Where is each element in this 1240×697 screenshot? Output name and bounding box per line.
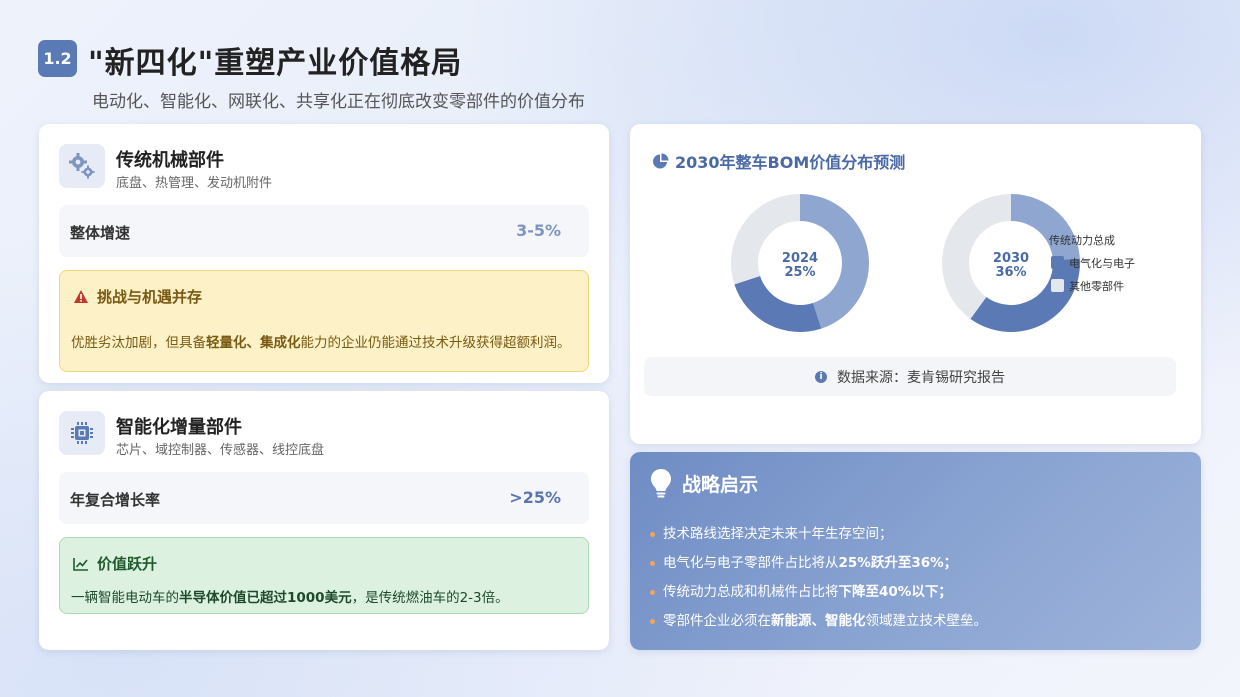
legend-label: 其他零部件 bbox=[1069, 279, 1124, 293]
section-badge: 1.2 bbox=[38, 40, 77, 77]
note-title: 挑战与机遇并存 bbox=[97, 288, 203, 306]
page-subtitle: 电动化、智能化、网联化、共享化正在彻底改变零部件的价值分布 bbox=[92, 92, 585, 112]
chip-icon bbox=[59, 411, 105, 455]
list-item: 技术路线选择决定未来十年生存空间； bbox=[650, 524, 987, 553]
metric-label: 年复合增长率 bbox=[70, 491, 161, 509]
donut-center-year: 2024 bbox=[782, 251, 818, 266]
donut-center-value: 36% bbox=[995, 265, 1026, 280]
traditional-parts-card: 传统机械部件 底盘、热管理、发动机附件 整体增速 3-5% 挑战与机遇并存 优胜… bbox=[39, 124, 609, 383]
bom-donut-chart: 202425% 203036% 传统动力总成电气化与电子其他零部件 bbox=[731, 194, 1135, 332]
note-text: 优胜劣汰加剧，但具备轻量化、集成化能力的企业仍能通过技术升级获得超额利润。 bbox=[71, 335, 571, 351]
smart-parts-card: 智能化增量部件 芯片、域控制器、传感器、线控底盘 年复合增长率 >25% 价值跃… bbox=[39, 391, 609, 650]
lightbulb-icon bbox=[651, 469, 671, 498]
info-icon: i bbox=[815, 370, 827, 383]
donut-slice-2024-1 bbox=[734, 275, 822, 332]
pie-chart-icon bbox=[653, 153, 669, 168]
metric-label: 整体增速 bbox=[70, 224, 131, 242]
metric-value: >25% bbox=[509, 488, 561, 507]
list-item: 电气化与电子零部件占比将从25%跃升至36%； bbox=[650, 553, 987, 582]
warning-icon bbox=[74, 290, 88, 303]
chart-line-icon bbox=[73, 557, 88, 571]
note-title: 价值跃升 bbox=[97, 555, 158, 573]
list-item: 零部件企业必须在新能源、智能化领域建立技术壁垒。 bbox=[650, 611, 987, 640]
growth-metric: 整体增速 3-5% bbox=[59, 205, 589, 257]
challenge-note: 挑战与机遇并存 优胜劣汰加剧，但具备轻量化、集成化能力的企业仍能通过技术升级获得… bbox=[59, 270, 589, 372]
note-text: 一辆智能电动车的半导体价值已超过1000美元，是传统燃油车的2-3倍。 bbox=[71, 590, 509, 606]
value-leap-note: 价值跃升 一辆智能电动车的半导体价值已超过1000美元，是传统燃油车的2-3倍。 bbox=[59, 537, 589, 614]
strategy-card: 战略启示 技术路线选择决定未来十年生存空间； 电气化与电子零部件占比将从25%跃… bbox=[630, 452, 1201, 650]
card-subtitle: 底盘、热管理、发动机附件 bbox=[116, 176, 273, 191]
cagr-metric: 年复合增长率 >25% bbox=[59, 472, 589, 524]
metric-value: 3-5% bbox=[516, 221, 561, 240]
source-label: 数据来源：麦肯锡研究报告 bbox=[837, 369, 1005, 386]
legend-label: 传统动力总成 bbox=[1049, 233, 1115, 247]
card-subtitle: 芯片、域控制器、传感器、线控底盘 bbox=[116, 443, 325, 458]
data-source: i 数据来源：麦肯锡研究报告 bbox=[644, 357, 1176, 396]
legend-swatch bbox=[1051, 256, 1064, 269]
page-title: "新四化"重塑产业价值格局 bbox=[88, 46, 463, 81]
donut-center-value: 25% bbox=[784, 265, 815, 280]
bom-chart-card: 2030年整车BOM价值分布预测 2024 25% 2030 36% 传统动力总成电气化… bbox=[630, 124, 1201, 444]
legend-label: 电气化与电子 bbox=[1069, 256, 1135, 270]
legend-swatch bbox=[1051, 279, 1064, 292]
gears-icon bbox=[59, 144, 105, 188]
strategy-list: 技术路线选择决定未来十年生存空间； 电气化与电子零部件占比将从25%跃升至36%… bbox=[650, 524, 987, 640]
donut-center-year: 2030 bbox=[993, 251, 1029, 266]
card-title: 智能化增量部件 bbox=[116, 417, 242, 438]
strategy-title: 战略启示 bbox=[682, 473, 759, 496]
card-title: 传统机械部件 bbox=[116, 150, 224, 171]
chart-title: 2030年整车BOM价值分布预测 bbox=[652, 149, 905, 173]
list-item: 传统动力总成和机械件占比将下降至40%以下； bbox=[650, 582, 987, 611]
